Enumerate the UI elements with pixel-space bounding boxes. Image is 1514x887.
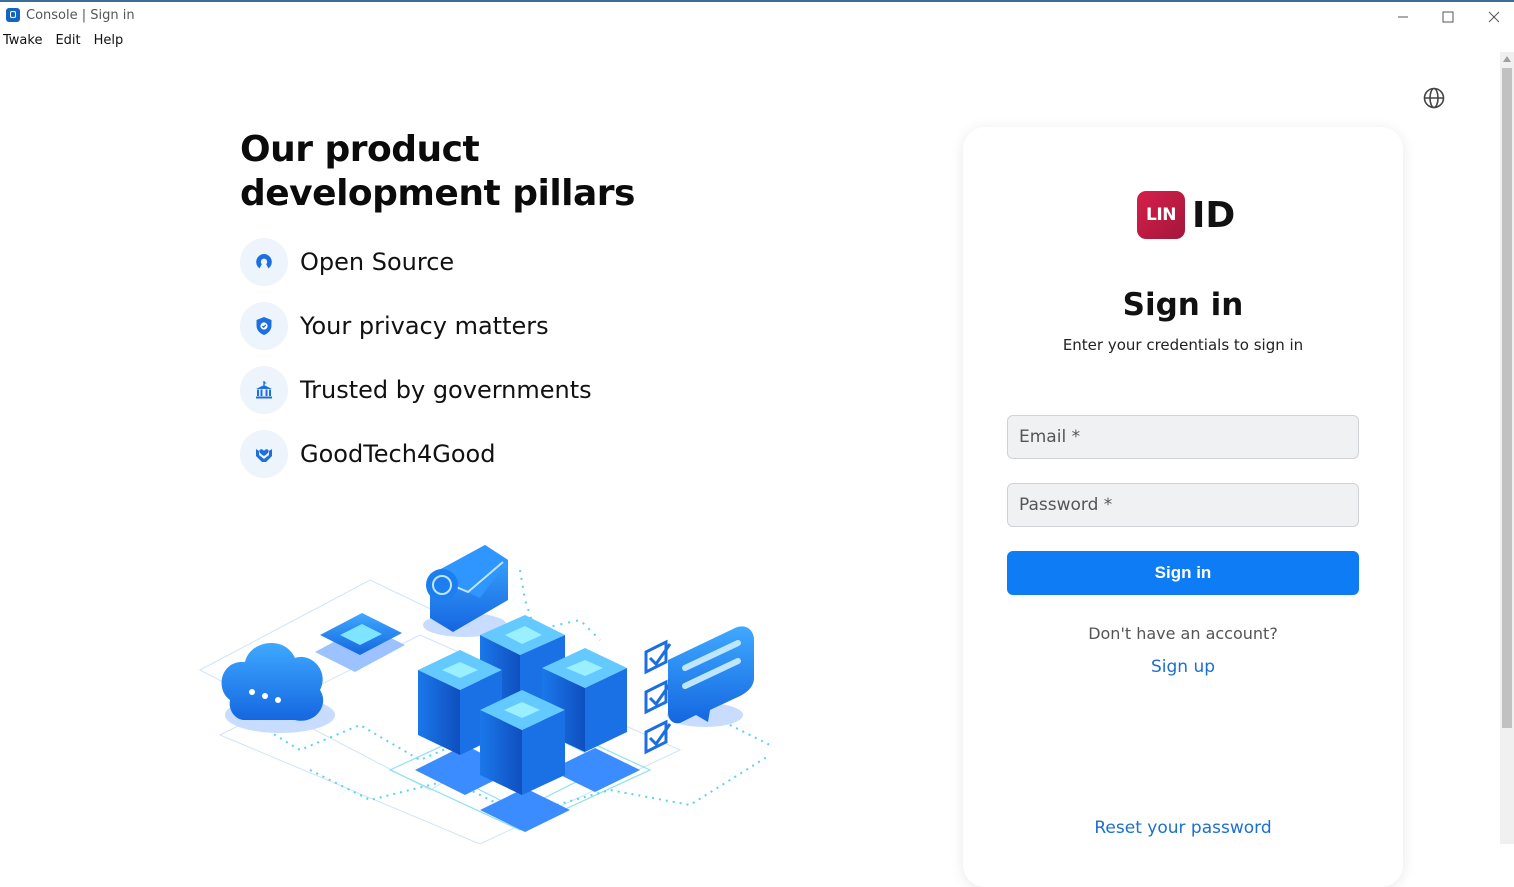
scrollbar-thumb[interactable] [1502,68,1512,728]
pillar-label: Trusted by governments [300,376,592,404]
minimize-icon[interactable] [1383,4,1423,30]
pillar-label: GoodTech4Good [300,440,496,468]
signin-button[interactable]: Sign in [1007,551,1359,595]
window-title: Console | Sign in [26,8,135,23]
maximize-icon[interactable] [1428,4,1468,30]
logo-badge: LIN [1137,191,1185,239]
hands-icon [240,430,288,478]
government-icon [240,366,288,414]
signup-link[interactable]: Sign up [963,657,1403,677]
email-field[interactable] [1007,415,1359,459]
isometric-infrastructure-illustration [198,545,771,844]
pillar-governments: Trusted by governments [240,366,592,414]
menu-help[interactable]: Help [91,30,130,52]
pillars-list: Open Source Your privacy matters Trusted… [240,238,592,494]
logo-text: ID [1192,194,1236,236]
pillar-privacy: Your privacy matters [240,302,592,350]
headline-line-2: development pillars [240,173,635,214]
close-icon[interactable] [1474,4,1514,30]
pillar-goodtech: GoodTech4Good [240,430,592,478]
open-source-icon [240,238,288,286]
checklist [644,639,672,755]
pillar-label: Open Source [300,248,455,276]
signin-subtitle: Enter your credentials to sign in [1062,336,1304,354]
no-account-text: Don't have an account? [1088,624,1278,643]
shield-icon [240,302,288,350]
signin-title: Sign in [1122,287,1244,323]
headline-line-1: Our product [240,129,480,170]
password-field[interactable] [1007,483,1359,527]
signin-card: LIN ID Sign in Enter your credentials to… [963,127,1403,887]
pillar-label: Your privacy matters [300,312,549,340]
pillar-open-source: Open Source [240,238,592,286]
menu-bar: Twake Edit Help [0,30,133,52]
scroll-up-arrow-icon[interactable] [1500,52,1514,66]
lin-id-logo: LIN ID [1137,191,1235,239]
server-front [480,690,565,795]
pillars-headline: Our product development pillars [240,128,635,216]
menu-edit[interactable]: Edit [52,30,86,52]
reset-password-link[interactable]: Reset your password [963,818,1403,838]
language-globe-icon[interactable] [1422,86,1446,110]
menu-twake[interactable]: Twake [0,30,48,52]
title-bar: Console | Sign in [0,2,1514,30]
app-icon [6,8,20,22]
